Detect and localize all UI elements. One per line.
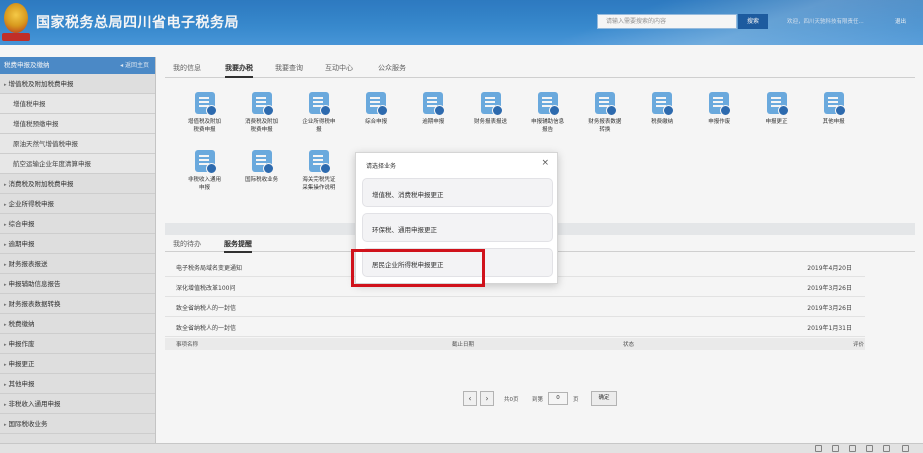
highlight-annotation bbox=[351, 249, 485, 287]
option-env-general-correction[interactable]: 环保税、通用申报更正 bbox=[362, 213, 553, 242]
modal-title: 请选择业务 bbox=[366, 163, 397, 170]
option-vat-consumption-correction[interactable]: 增值税、消费税申报更正 bbox=[362, 178, 553, 207]
option-label: 环保税、通用申报更正 bbox=[372, 226, 437, 234]
option-label: 增值税、消费税申报更正 bbox=[372, 191, 444, 199]
close-icon[interactable]: × bbox=[541, 158, 549, 168]
